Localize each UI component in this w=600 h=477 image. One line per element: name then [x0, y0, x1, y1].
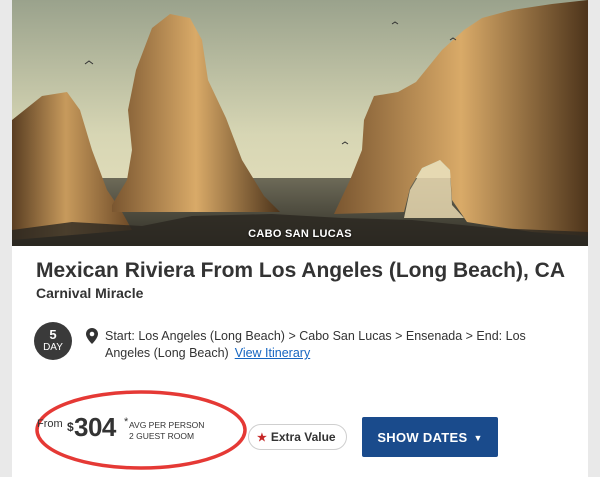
show-dates-label: SHOW DATES [377, 429, 468, 445]
show-dates-button[interactable]: SHOW DATES ▼ [362, 417, 498, 457]
price-qualifier: AVG PER PERSON 2 GUEST ROOM [129, 420, 204, 442]
itinerary-text: Start: Los Angeles (Long Beach) > Cabo S… [105, 329, 526, 360]
duration-unit: DAY [43, 342, 63, 353]
cruise-title[interactable]: Mexican Riviera From Los Angeles (Long B… [36, 259, 565, 283]
chevron-down-icon: ▼ [473, 432, 483, 443]
cruise-card: CABO SAN LUCAS Mexican Riviera From Los … [12, 0, 588, 477]
duration-badge: 5 DAY [34, 322, 72, 360]
hero-image[interactable]: CABO SAN LUCAS [12, 0, 588, 246]
price-amount: 304 [74, 412, 116, 442]
extra-value-label: Extra Value [270, 430, 336, 444]
extra-value-badge[interactable]: ★ Extra Value [248, 424, 347, 450]
view-itinerary-link[interactable]: View Itinerary [235, 346, 311, 360]
price-asterisk: * [124, 416, 129, 428]
currency-symbol: $ [67, 420, 74, 434]
star-icon: ★ [257, 432, 267, 444]
itinerary-route: Start: Los Angeles (Long Beach) > Cabo S… [105, 328, 565, 362]
ship-name: Carnival Miracle [36, 285, 144, 301]
duration-number: 5 [49, 327, 57, 342]
hero-caption: CABO SAN LUCAS [248, 228, 352, 240]
from-label: From [37, 418, 63, 430]
location-pin-icon [86, 328, 98, 349]
avg-per-person: AVG PER PERSON [129, 420, 205, 430]
guest-room: 2 GUEST ROOM [129, 431, 195, 441]
cabo-arch-photo [12, 0, 588, 246]
price-block: From $ 304 * AVG PER PERSON 2 GUEST ROOM [34, 410, 214, 450]
